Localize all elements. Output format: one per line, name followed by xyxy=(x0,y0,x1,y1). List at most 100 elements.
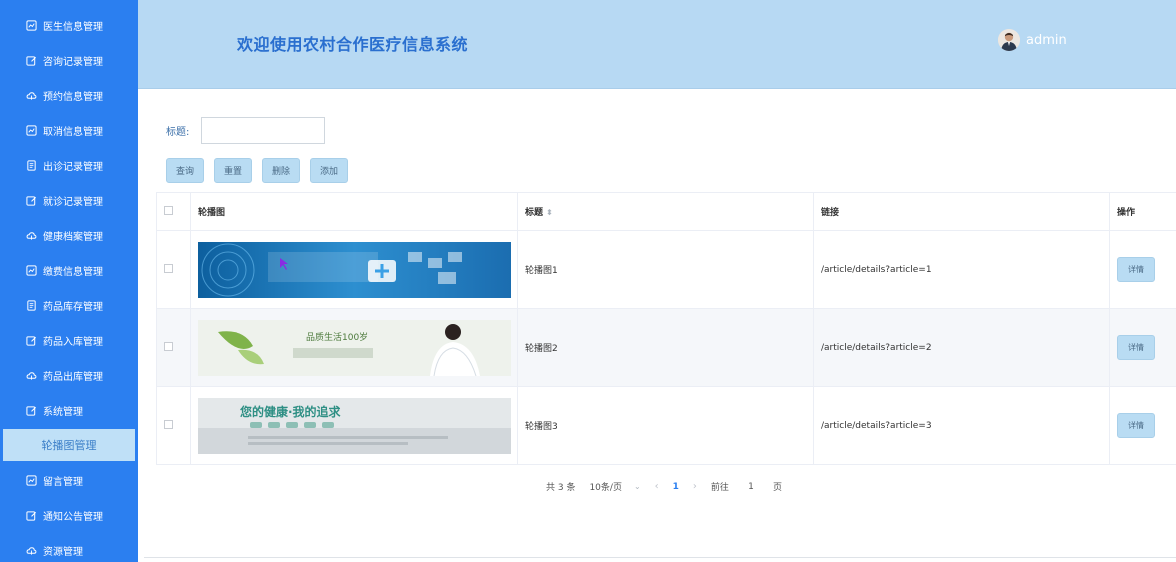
edit-icon xyxy=(25,405,37,417)
sidebar-item[interactable]: 就诊记录管理 xyxy=(0,183,138,218)
banner-cell: 您的健康·我的追求 xyxy=(190,386,518,465)
banner-image-2: 品质生活100岁 xyxy=(198,319,511,376)
sidebar-item[interactable]: 通知公告管理 xyxy=(0,498,138,533)
edit-icon xyxy=(25,335,37,347)
chart-icon xyxy=(25,125,37,137)
delete-button[interactable]: 删除 xyxy=(262,158,300,183)
table-row: 轮播图1 /article/details?article=1 详情 xyxy=(156,230,1176,309)
sidebar-item[interactable]: 药品库存管理 xyxy=(0,288,138,323)
total-count: 共 3 条 xyxy=(546,483,576,493)
sidebar-item[interactable]: 取消信息管理 xyxy=(0,113,138,148)
banner3-text: 您的健康·我的追求 xyxy=(240,404,342,419)
sidebar-item-label: 缴费信息管理 xyxy=(43,267,103,278)
banner-cell: 品质生活100岁 xyxy=(190,308,518,387)
edit-icon xyxy=(25,510,37,522)
sidebar-item-label: 预约信息管理 xyxy=(43,92,103,103)
detail-button[interactable]: 详情 xyxy=(1117,413,1155,438)
row-checkbox[interactable] xyxy=(164,341,173,351)
sidebar-item[interactable]: 系统管理 xyxy=(0,393,138,428)
link-cell: /article/details?article=3 xyxy=(813,386,1110,465)
banner2-text: 品质生活100岁 xyxy=(306,331,368,343)
cloud-icon xyxy=(25,545,37,557)
row-checkbox[interactable] xyxy=(164,419,173,429)
select-all-cell[interactable] xyxy=(156,192,191,231)
sort-icon[interactable]: ⬍ xyxy=(546,208,553,217)
row-checkbox[interactable] xyxy=(164,263,173,273)
edit-icon xyxy=(25,195,37,207)
sidebar-item-label: 药品库存管理 xyxy=(43,302,103,313)
user-menu[interactable]: admin xyxy=(998,29,1067,51)
sidebar-item[interactable]: 药品出库管理 xyxy=(0,358,138,393)
main-content: 标题: 查询 重置 删除 添加 轮播图 标题 ⬍ 链接 操作 轮播图1 /art… xyxy=(138,90,1176,562)
sidebar-item[interactable]: 医生信息管理 xyxy=(0,8,138,43)
table-row: 品质生活100岁 轮播图2 /article/details?article=2… xyxy=(156,308,1176,387)
banner-image-3: 您的健康·我的追求 xyxy=(198,397,511,454)
title-cell: 轮播图1 xyxy=(517,230,814,309)
sidebar-item[interactable]: 咨询记录管理 xyxy=(0,43,138,78)
add-button[interactable]: 添加 xyxy=(310,158,348,183)
reset-button[interactable]: 重置 xyxy=(214,158,252,183)
page-number[interactable]: 1 xyxy=(673,482,679,492)
sidebar-item[interactable]: 资源管理 xyxy=(0,533,138,562)
edit-icon xyxy=(25,55,37,67)
page-size-select[interactable]: 10条/页 ⌄ xyxy=(589,480,640,493)
sidebar-item[interactable]: 缴费信息管理 xyxy=(0,253,138,288)
table-row: 您的健康·我的追求 轮播图3 /article/details?article=… xyxy=(156,386,1176,465)
avatar xyxy=(998,29,1020,51)
banner-table: 轮播图 标题 ⬍ 链接 操作 轮播图1 /article/details?art… xyxy=(156,192,1176,465)
sidebar: 医生信息管理咨询记录管理 预约信息管理取消信息管理出诊记录管理就诊记录管理健康档案… xyxy=(0,0,138,562)
chart-icon xyxy=(25,475,37,487)
sidebar-item-label: 咨询记录管理 xyxy=(43,57,103,68)
header-title-label: 标题 xyxy=(525,208,544,218)
sidebar-item-label: 系统管理 xyxy=(43,407,83,418)
action-cell: 详情 xyxy=(1109,308,1176,387)
query-button[interactable]: 查询 xyxy=(166,158,204,183)
sidebar-item-label: 出诊记录管理 xyxy=(43,162,103,173)
sidebar-item-label: 轮播图管理 xyxy=(41,439,97,452)
header-title[interactable]: 标题 ⬍ xyxy=(517,192,814,231)
title-cell: 轮播图2 xyxy=(517,308,814,387)
sidebar-item[interactable]: 留言管理 xyxy=(0,463,138,498)
username: admin xyxy=(1026,32,1067,48)
chart-icon xyxy=(25,265,37,277)
title-cell: 轮播图3 xyxy=(517,386,814,465)
chevron-down-icon: ⌄ xyxy=(633,482,641,491)
sidebar-item[interactable]: 轮播图管理 xyxy=(3,429,135,461)
goto-page-input[interactable]: 1 xyxy=(743,482,759,492)
sidebar-item-label: 药品入库管理 xyxy=(43,337,103,348)
sidebar-item-label: 通知公告管理 xyxy=(43,512,103,523)
page-suffix: 页 xyxy=(772,483,782,493)
banner-image-1 xyxy=(198,241,511,298)
sidebar-item-label: 留言管理 xyxy=(43,477,83,488)
prev-page-icon[interactable]: ‹ xyxy=(655,481,659,492)
select-all-checkbox[interactable] xyxy=(164,205,173,215)
sidebar-item[interactable]: 健康档案管理 xyxy=(0,218,138,253)
detail-button[interactable]: 详情 xyxy=(1117,257,1155,282)
row-checkbox-cell[interactable] xyxy=(156,308,191,387)
divider xyxy=(144,557,1176,558)
table-header-row: 轮播图 标题 ⬍ 链接 操作 xyxy=(156,192,1176,231)
chart-icon xyxy=(25,20,37,32)
goto-label: 前往 xyxy=(710,483,729,493)
title-search-input[interactable] xyxy=(201,117,326,144)
link-cell: /article/details?article=2 xyxy=(813,308,1110,387)
action-cell: 详情 xyxy=(1109,386,1176,465)
sidebar-item-label: 健康档案管理 xyxy=(43,232,103,243)
banner-cell xyxy=(190,230,518,309)
row-checkbox-cell[interactable] xyxy=(156,386,191,465)
sidebar-item[interactable]: 出诊记录管理 xyxy=(0,148,138,183)
detail-button[interactable]: 详情 xyxy=(1117,335,1155,360)
action-cell: 详情 xyxy=(1109,230,1176,309)
document-icon xyxy=(25,160,37,172)
cloud-icon xyxy=(25,370,37,382)
action-buttons: 查询 重置 删除 添加 xyxy=(166,158,358,183)
sidebar-item[interactable]: 药品入库管理 xyxy=(0,323,138,358)
search-label: 标题: xyxy=(166,127,190,138)
app-root: 医生信息管理咨询记录管理 预约信息管理取消信息管理出诊记录管理就诊记录管理健康档案… xyxy=(0,0,1176,562)
page-size-value: 10条/页 xyxy=(589,483,622,493)
link-cell: /article/details?article=1 xyxy=(813,230,1110,309)
cloud-icon xyxy=(25,90,37,102)
row-checkbox-cell[interactable] xyxy=(156,230,191,309)
next-page-icon[interactable]: › xyxy=(693,481,697,492)
sidebar-item[interactable]: 预约信息管理 xyxy=(0,78,138,113)
